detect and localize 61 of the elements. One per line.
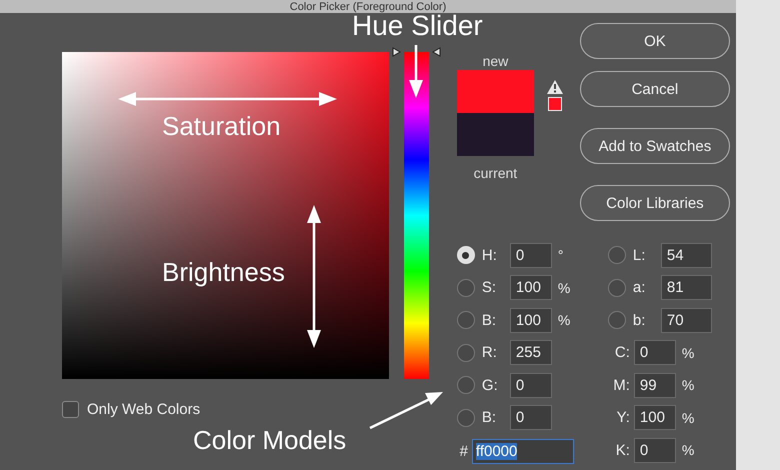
dialog-button[interactable]: Cancel (580, 71, 730, 107)
dialog-button[interactable]: Add to Swatches (580, 128, 730, 164)
current-label: current (474, 164, 518, 182)
radio-button[interactable] (456, 311, 475, 329)
window-title: Color Picker (Foreground Color) (290, 1, 446, 13)
field-label: K: (614, 442, 631, 458)
radio-button[interactable] (456, 278, 475, 296)
field-label: M: (612, 376, 631, 394)
value-field[interactable]: 0 (510, 405, 552, 430)
radio-button[interactable] (608, 278, 626, 296)
unit-label: % (682, 344, 694, 360)
unit-label: % (682, 442, 694, 458)
checkbox[interactable] (62, 401, 79, 418)
color-field[interactable] (62, 52, 389, 379)
warning-icon[interactable] (546, 80, 563, 94)
down-arrow (409, 45, 423, 98)
field-label: S: (480, 279, 498, 296)
current-color-swatch[interactable] (456, 113, 534, 156)
unit-label: ° (558, 247, 564, 263)
annotation-label: Brightness (162, 257, 285, 288)
hex-label: # (458, 442, 468, 460)
hue-slider-thumb[interactable] (392, 47, 441, 57)
value-field[interactable]: 100 (634, 405, 676, 430)
value-field[interactable]: 255 (510, 340, 552, 365)
field-label: C: (614, 344, 631, 361)
dialog-button[interactable]: OK (580, 23, 730, 59)
new-label: new (482, 52, 508, 70)
unit-label: % (558, 280, 570, 296)
field-label: B: (480, 312, 498, 328)
field-label: Y: (616, 409, 631, 426)
value-field[interactable]: 0 (510, 372, 552, 398)
radio-button[interactable] (608, 246, 626, 264)
hex-field[interactable]: ff0000 (472, 438, 574, 464)
unit-label: % (558, 312, 570, 328)
value-field[interactable]: 0 (510, 242, 552, 268)
dialog-button[interactable]: Color Libraries (580, 185, 730, 221)
value-field[interactable]: 70 (660, 308, 712, 332)
radio-button[interactable] (456, 408, 475, 426)
value-field[interactable]: 54 (660, 242, 712, 268)
field-label: L: (632, 246, 646, 264)
radio-button[interactable] (608, 311, 626, 329)
field-label: G: (480, 376, 499, 394)
field-label: b: (632, 312, 646, 328)
field-label: B: (480, 409, 498, 426)
checkbox-label: Only Web Colors (87, 401, 200, 418)
value-field[interactable]: 100 (510, 308, 552, 332)
value-field[interactable]: 100 (510, 275, 552, 300)
value-field[interactable]: 81 (660, 275, 712, 300)
gamut-swatch[interactable] (548, 97, 562, 111)
value-field[interactable]: 99 (634, 372, 676, 398)
value-field[interactable]: 0 (634, 340, 676, 365)
field-label: R: (480, 344, 498, 361)
field-label: a: (632, 279, 646, 296)
annotation-label: Saturation (162, 111, 281, 142)
annotation-label: Color Models (193, 425, 346, 456)
value-field[interactable]: 0 (634, 438, 676, 462)
radio-button[interactable] (456, 344, 475, 362)
unit-label: % (682, 410, 694, 426)
field-label: H: (480, 246, 498, 264)
unit-label: % (682, 377, 694, 393)
radio-button[interactable] (456, 376, 475, 394)
